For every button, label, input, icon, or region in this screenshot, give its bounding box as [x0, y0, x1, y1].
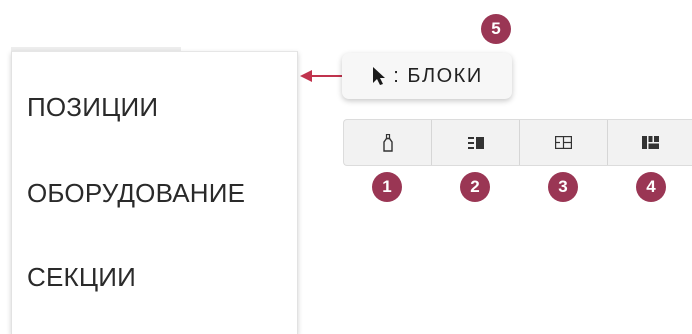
callout-arrow	[300, 70, 344, 82]
grid-block-icon	[555, 136, 572, 149]
tool-button-mosaic-block[interactable]	[608, 120, 692, 165]
list-block-icon	[467, 136, 484, 149]
callout-badge-3: 3	[548, 172, 578, 202]
menu-item-sections[interactable]: СЕКЦИИ	[27, 262, 136, 293]
menu-item-positions[interactable]: ПОЗИЦИИ	[27, 92, 158, 123]
callout-badge-1: 1	[372, 172, 402, 202]
callout-badge-2: 2	[460, 172, 490, 202]
tool-button-grid-block[interactable]	[520, 120, 608, 165]
bottle-icon	[382, 133, 393, 152]
blocks-tooltip: : БЛОКИ	[342, 53, 512, 99]
tool-button-list-block[interactable]	[432, 120, 520, 165]
tooltip-label: : БЛОКИ	[393, 64, 483, 87]
block-toolbar	[343, 119, 692, 166]
mosaic-block-icon	[641, 136, 659, 149]
menu-item-equipment[interactable]: ОБОРУДОВАНИЕ	[27, 178, 245, 209]
callout-badge-4: 4	[636, 172, 666, 202]
callout-badge-5: 5	[481, 14, 511, 44]
cursor-pointer-icon	[373, 67, 386, 85]
tool-button-bottle[interactable]	[344, 120, 432, 165]
